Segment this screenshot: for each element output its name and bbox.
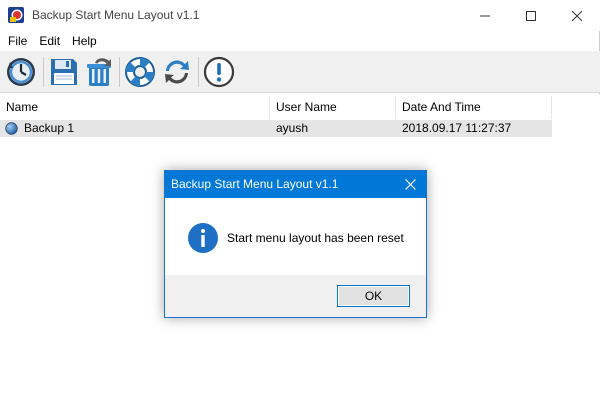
help-button[interactable] (123, 55, 157, 89)
save-button[interactable] (47, 55, 81, 89)
backup-button[interactable] (4, 55, 38, 89)
column-header-user-name[interactable]: User Name (270, 96, 396, 119)
title-bar[interactable]: Backup Start Menu Layout v1.1 (0, 0, 600, 31)
dialog-title: Backup Start Menu Layout v1.1 (171, 177, 339, 191)
maximize-icon (526, 10, 536, 21)
toolbar-separator (119, 57, 120, 87)
dialog-body: Start menu layout has been reset (165, 198, 426, 275)
menu-bar: File Edit Help (0, 31, 600, 51)
close-icon (572, 10, 582, 21)
menu-edit[interactable]: Edit (32, 34, 65, 48)
row-user-name: ayush (276, 121, 309, 135)
refresh-icon (165, 60, 189, 84)
app-icon (8, 7, 24, 23)
backup-clock-icon (7, 58, 35, 86)
info-icon (188, 223, 218, 253)
window-title: Backup Start Menu Layout v1.1 (32, 8, 200, 22)
row-date-time: 2018.09.17 11:27:37 (402, 121, 512, 135)
menu-file[interactable]: File (0, 34, 32, 48)
lifebuoy-icon (125, 57, 155, 87)
maximize-button[interactable] (508, 0, 554, 31)
row-name: Backup 1 (24, 121, 75, 135)
ok-button[interactable]: OK (337, 285, 410, 307)
menu-help[interactable]: Help (65, 34, 102, 48)
dialog-message: Start menu layout has been reset (227, 231, 404, 245)
toolbar-separator (198, 57, 199, 87)
close-icon (404, 179, 416, 190)
close-button[interactable] (554, 0, 600, 31)
minimize-icon (480, 15, 490, 16)
toolbar-separator (43, 57, 44, 87)
column-header-date-time[interactable]: Date And Time (396, 96, 552, 119)
message-dialog: Backup Start Menu Layout v1.1 Start menu… (164, 170, 427, 318)
toolbar (0, 51, 600, 93)
main-window: Backup Start Menu Layout v1.1 File Edit … (0, 0, 600, 407)
backup-entry-icon (5, 122, 18, 135)
column-header-name[interactable]: Name (0, 96, 270, 119)
dialog-close-button[interactable] (394, 171, 426, 198)
minimize-button[interactable] (462, 0, 508, 31)
recycle-bin-icon (87, 58, 111, 86)
list-header: Name User Name Date And Time (0, 96, 552, 119)
info-exclamation-icon (203, 56, 235, 88)
refresh-button[interactable] (160, 55, 194, 89)
dialog-title-bar[interactable]: Backup Start Menu Layout v1.1 (165, 171, 426, 198)
delete-button[interactable] (82, 55, 116, 89)
about-button[interactable] (202, 55, 236, 89)
save-disk-icon (51, 59, 77, 85)
table-row[interactable]: Backup 1 ayush 2018.09.17 11:27:37 (0, 120, 552, 137)
